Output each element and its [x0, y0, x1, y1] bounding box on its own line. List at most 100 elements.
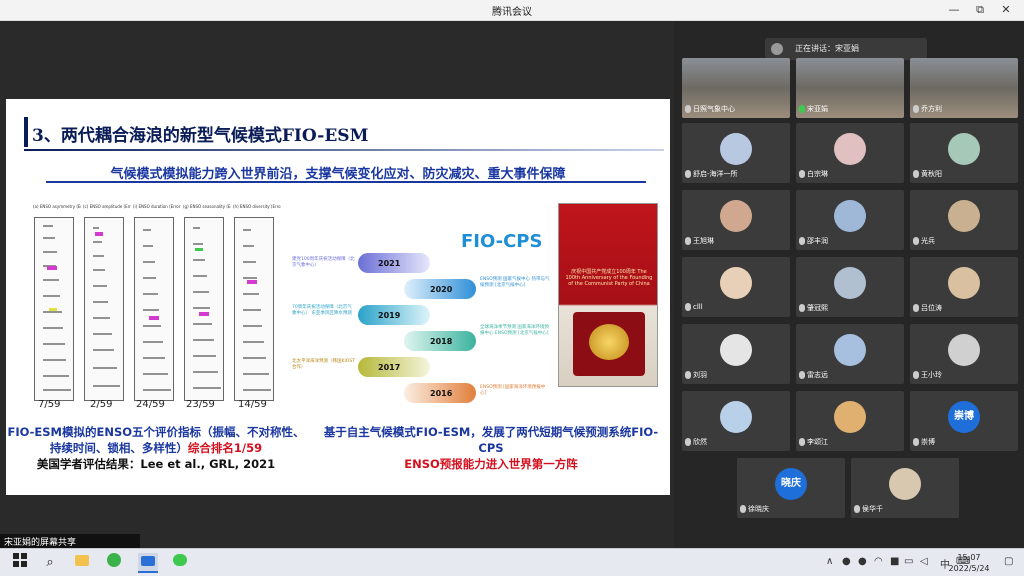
- participant-tile[interactable]: 王小玲: [910, 324, 1018, 384]
- participant-name-text: 徐晓庆: [748, 505, 769, 513]
- participant-name: 欣然: [685, 437, 707, 448]
- participant-tile[interactable]: 侯华千: [851, 458, 959, 518]
- avatar: [834, 133, 866, 165]
- participant-name: 吕位涛: [913, 303, 942, 314]
- microphone-icon: [799, 371, 805, 379]
- clock-date: 2022/5/24: [948, 564, 990, 573]
- participant-tile[interactable]: 白宗琳: [796, 123, 904, 183]
- timeline-year: 2021: [378, 259, 401, 268]
- file-explorer-icon[interactable]: [72, 553, 92, 573]
- network-icon[interactable]: ◠: [874, 556, 883, 567]
- notification-icon[interactable]: ▢: [1004, 556, 1013, 567]
- minimize-button[interactable]: —: [942, 2, 966, 18]
- title-underline: [24, 149, 664, 151]
- participant-name-text: 宋亚娟: [807, 105, 828, 113]
- participant-name-text: 刘羽: [693, 371, 707, 379]
- search-icon[interactable]: ⌕: [40, 553, 60, 573]
- tray-security-icon[interactable]: ■: [890, 556, 899, 567]
- slide-subtitle: 气候模式模拟能力跨入世界前沿，支撑气候变化应对、防灾减灾、重大事件保障: [110, 167, 566, 182]
- title-accent-bar: [24, 117, 28, 147]
- right-caption: 基于自主气候模式FIO-ESM，发展了两代短期气候预测系统FIO-CPS ENS…: [312, 424, 670, 472]
- battery-icon[interactable]: ▭: [904, 556, 913, 567]
- participant-name-text: 李颂江: [807, 438, 828, 446]
- tray-chevron-icon[interactable]: ∧: [826, 556, 833, 567]
- plot-bars: [93, 227, 120, 387]
- metric-plot: (h) ENSO diversity (Error %): [233, 204, 281, 401]
- participant-tile[interactable]: 晓庆 徐晓庆: [737, 458, 845, 518]
- participant-tile[interactable]: 雷志远: [796, 324, 904, 384]
- medal: [589, 324, 629, 360]
- rank-label: 2/59: [90, 399, 113, 410]
- participant-name-text: 光兵: [921, 237, 935, 245]
- metric-plot: (g) ENSO seasonality (Error %): [183, 204, 231, 401]
- participant-tile[interactable]: 李颂江: [796, 391, 904, 451]
- rank-label: 23/59: [186, 399, 215, 410]
- microphone-icon: [913, 438, 919, 446]
- taskbar: ⌕ ∧ ● ● ◠ ■ ▭ ◁ 中 ⌨ 15:07 2022/5/24 ▢: [0, 548, 1024, 576]
- microphone-icon: [799, 438, 805, 446]
- participant-tile[interactable]: 舒启-海洋一所: [682, 123, 790, 183]
- windows-start-icon[interactable]: [10, 553, 30, 573]
- microphone-icon: [913, 170, 919, 178]
- avatar: [948, 133, 980, 165]
- metric-plot: (i) ENSO duration (Error %): [133, 204, 181, 401]
- metric-plot: (a) ENSO asymmetry (Error %): [33, 204, 81, 401]
- participant-tile[interactable]: 宋亚娟: [796, 58, 904, 118]
- plot-bars: [243, 229, 271, 391]
- participant-tile[interactable]: 黄秋阳: [910, 123, 1018, 183]
- participant-tile[interactable]: 吕位涛: [910, 257, 1018, 317]
- participant-tile[interactable]: 王旭琳: [682, 190, 790, 250]
- participant-tile[interactable]: 光兵: [910, 190, 1018, 250]
- avatar: [720, 334, 752, 366]
- participant-name-text: 日照气象中心: [693, 105, 735, 113]
- close-button[interactable]: ✕: [994, 2, 1018, 18]
- window-title: 腾讯会议: [492, 7, 532, 18]
- tray-wechat-icon[interactable]: ●: [858, 556, 867, 567]
- participant-tile[interactable]: 邵丰润: [796, 190, 904, 250]
- plot-header: (c) ENSO amplitude (Error %): [83, 204, 131, 209]
- participant-name: clll: [685, 303, 703, 314]
- participant-tile[interactable]: 欣然: [682, 391, 790, 451]
- tencent-meeting-icon[interactable]: [138, 553, 158, 573]
- screen-share-label: 宋亚娟的屏幕共享: [0, 534, 140, 548]
- participant-name: 侯华千: [854, 504, 883, 515]
- participant-name-text: 乔方利: [921, 105, 942, 113]
- participant-tile[interactable]: clll: [682, 257, 790, 317]
- plot-bars: [193, 227, 221, 389]
- participant-name-text: 崇博: [921, 438, 935, 446]
- left-caption: FIO-ESM模拟的ENSO五个评价指标（振幅、不对称性、持续时间、锁相、多样性…: [6, 424, 306, 472]
- avatar: [834, 267, 866, 299]
- participant-tile[interactable]: 崇博 崇博: [910, 391, 1018, 451]
- right-caption-highlight: ENSO预报能力进入世界第一方阵: [404, 457, 578, 471]
- microphone-icon: [799, 105, 805, 113]
- tray-app-icon[interactable]: ●: [842, 556, 851, 567]
- timeline-year: 2019: [378, 311, 401, 320]
- microphone-icon: [854, 505, 860, 513]
- timeline-year: 2018: [430, 337, 453, 346]
- participant-tile[interactable]: 肇冠熙: [796, 257, 904, 317]
- avatar: [948, 334, 980, 366]
- participant-name: 光兵: [913, 236, 935, 247]
- participant-tile[interactable]: 刘羽: [682, 324, 790, 384]
- participant-name: 白宗琳: [799, 169, 828, 180]
- participant-name: 崇博: [913, 437, 935, 448]
- participant-name-text: 邵丰润: [807, 237, 828, 245]
- participant-tile[interactable]: 日照气象中心: [682, 58, 790, 118]
- left-caption-rank: 综合排名1/59: [187, 441, 263, 455]
- participant-tile[interactable]: 乔方利: [910, 58, 1018, 118]
- volume-icon[interactable]: ◁: [920, 556, 928, 567]
- microphone-icon: [913, 371, 919, 379]
- system-clock[interactable]: 15:07 2022/5/24: [942, 552, 996, 574]
- wechat-icon[interactable]: [170, 553, 190, 573]
- participant-name: 雷志远: [799, 370, 828, 381]
- participant-name-text: 侯华千: [862, 505, 883, 513]
- timeline-note: ENSO预测 [国家海洋环境预报中心]: [480, 385, 546, 396]
- plot-header: (i) ENSO duration (Error %): [133, 204, 181, 209]
- participant-name: 肇冠熙: [799, 303, 828, 314]
- avatar: [834, 334, 866, 366]
- browser-icon[interactable]: [104, 553, 124, 573]
- participant-name: 日照气象中心: [685, 104, 735, 115]
- timeline-year: 2017: [378, 363, 401, 372]
- participant-name: 黄秋阳: [913, 169, 942, 180]
- maximize-button[interactable]: ⧉: [968, 2, 992, 18]
